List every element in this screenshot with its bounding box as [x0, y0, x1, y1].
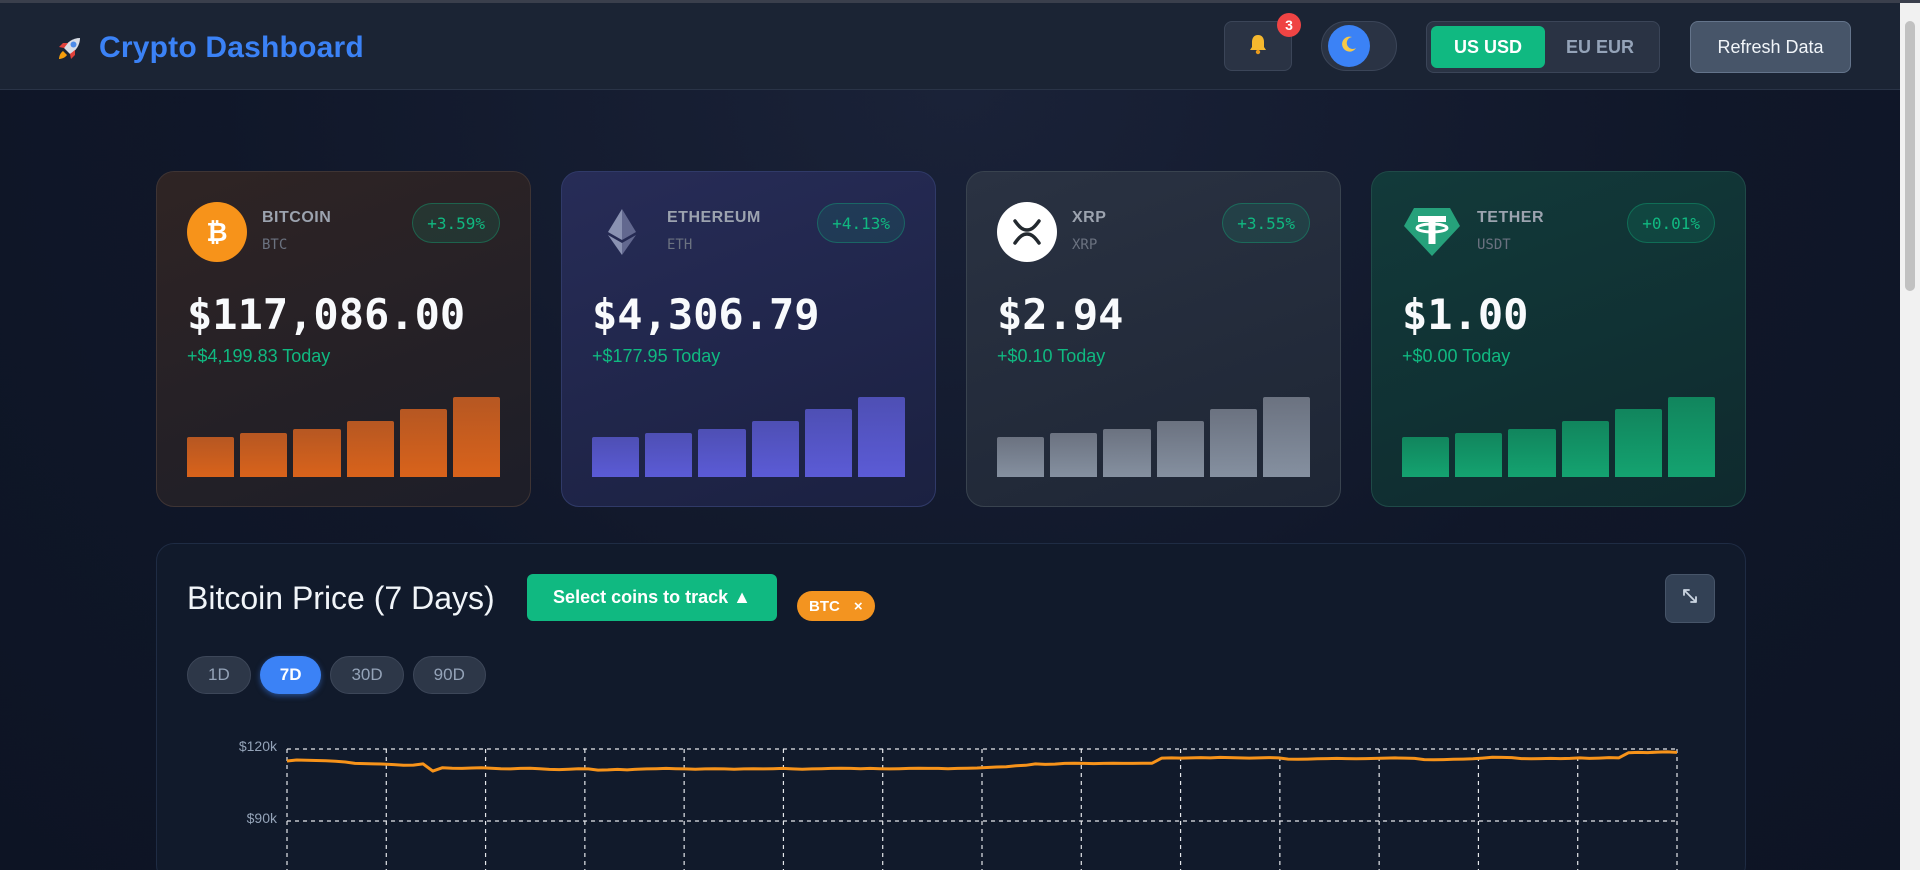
mini-bar-chart [1402, 394, 1716, 477]
notification-count-badge: 3 [1277, 13, 1301, 37]
coin-symbol: BTC [262, 237, 288, 253]
mini-bar-chart [997, 394, 1311, 477]
mini-bar [804, 409, 852, 477]
price-chart-panel: Bitcoin Price (7 Days) Select coins to t… [156, 543, 1746, 870]
mini-bar [1667, 397, 1716, 477]
app-title: Crypto Dashboard [99, 31, 364, 64]
change-percent-badge: +0.01% [1627, 203, 1715, 243]
mini-bar [1561, 421, 1609, 477]
today-change: +$4,199.83 Today [187, 346, 331, 366]
y-tick-label: $90k [247, 810, 278, 826]
refresh-data-button[interactable]: Refresh Data [1690, 21, 1851, 73]
mini-bar [1508, 429, 1556, 477]
time-range-selector: 1D 7D 30D 90D [187, 656, 486, 694]
range-7d-button[interactable]: 7D [259, 656, 322, 694]
mini-bar [698, 429, 746, 477]
close-icon[interactable]: × [854, 598, 863, 615]
mini-bar [452, 397, 501, 477]
coin-symbol: USDT [1477, 237, 1511, 253]
range-1d-button[interactable]: 1D [187, 656, 251, 694]
expand-chart-button[interactable] [1665, 574, 1715, 623]
coin-price: $4,306.79 [592, 290, 820, 339]
rocket-icon [53, 31, 87, 65]
mini-bar [1209, 409, 1257, 477]
mini-bar [645, 433, 693, 477]
change-percent-badge: +4.13% [817, 203, 905, 243]
mini-bar [1455, 433, 1503, 477]
coin-card-bitcoin[interactable]: ₿ BITCOIN BTC +3.59% $117,086.00 +$4,199… [156, 171, 531, 507]
mini-bar [187, 437, 235, 477]
tether-logo-icon [1402, 202, 1462, 262]
svg-text:₿: ₿ [206, 218, 227, 248]
price-line-chart: $120k $90k [239, 738, 1678, 870]
mini-bar [592, 437, 640, 477]
xrp-logo-icon [997, 202, 1057, 262]
coin-name: XRP [1072, 209, 1107, 226]
range-30d-button[interactable]: 30D [330, 656, 404, 694]
coin-card-xrp[interactable]: XRP XRP +3.55% $2.94 +$0.10 Today [966, 171, 1341, 507]
select-coins-button[interactable]: Select coins to track ▲ [527, 574, 777, 621]
range-90d-button[interactable]: 90D [412, 656, 486, 694]
bitcoin-price-line [286, 750, 1678, 773]
mini-bar [751, 421, 799, 477]
today-change: +$0.10 Today [997, 346, 1106, 366]
coin-price: $117,086.00 [187, 290, 466, 339]
currency-selector: US USD EU EUR [1426, 21, 1660, 73]
mini-bar [1614, 409, 1662, 477]
mini-bar [1402, 437, 1450, 477]
coin-name: TETHER [1477, 209, 1544, 226]
mini-bar [997, 437, 1045, 477]
currency-eur-button[interactable]: EU EUR [1545, 26, 1655, 68]
mini-bar [399, 409, 447, 477]
y-tick-label: $120k [239, 738, 278, 754]
mini-bar [346, 421, 394, 477]
mini-bar [1050, 433, 1098, 477]
coin-card-tether[interactable]: TETHER USDT +0.01% $1.00 +$0.00 Today [1371, 171, 1746, 507]
brand[interactable]: Crypto Dashboard [53, 31, 364, 65]
coin-symbol: XRP [1072, 237, 1098, 253]
coin-price: $2.94 [997, 290, 1124, 339]
mini-bar [1156, 421, 1204, 477]
chart-title: Bitcoin Price (7 Days) [187, 580, 495, 616]
coin-name: BITCOIN [262, 209, 332, 226]
mini-bar [1103, 429, 1151, 477]
coin-chip-btc[interactable]: BTC × [797, 591, 875, 621]
theme-toggle[interactable] [1321, 21, 1397, 71]
change-percent-badge: +3.55% [1222, 203, 1310, 243]
chip-label: BTC [809, 597, 840, 615]
mini-bar-chart [187, 394, 501, 477]
ethereum-logo-icon [592, 202, 652, 262]
mini-bar [1262, 397, 1311, 477]
coin-symbol: ETH [667, 237, 693, 253]
theme-toggle-knob [1328, 25, 1370, 67]
page-scrollbar[interactable] [1900, 3, 1920, 870]
moon-icon [1339, 34, 1359, 59]
currency-usd-button[interactable]: US USD [1431, 26, 1545, 68]
mini-bar-chart [592, 394, 906, 477]
coin-price: $1.00 [1402, 290, 1529, 339]
top-header: Crypto Dashboard 3 US USD EU EUR Refresh… [0, 3, 1900, 90]
bitcoin-logo-icon: ₿ [187, 202, 247, 262]
change-percent-badge: +3.59% [412, 203, 500, 243]
expand-icon [1680, 586, 1700, 611]
scrollbar-thumb[interactable] [1905, 21, 1915, 291]
today-change: +$177.95 Today [592, 346, 721, 366]
bell-icon [1246, 32, 1270, 61]
coin-card-ethereum[interactable]: ETHEREUM ETH +4.13% $4,306.79 +$177.95 T… [561, 171, 936, 507]
today-change: +$0.00 Today [1402, 346, 1511, 366]
mini-bar [293, 429, 341, 477]
mini-bar [857, 397, 906, 477]
coin-name: ETHEREUM [667, 209, 761, 226]
mini-bar [240, 433, 288, 477]
